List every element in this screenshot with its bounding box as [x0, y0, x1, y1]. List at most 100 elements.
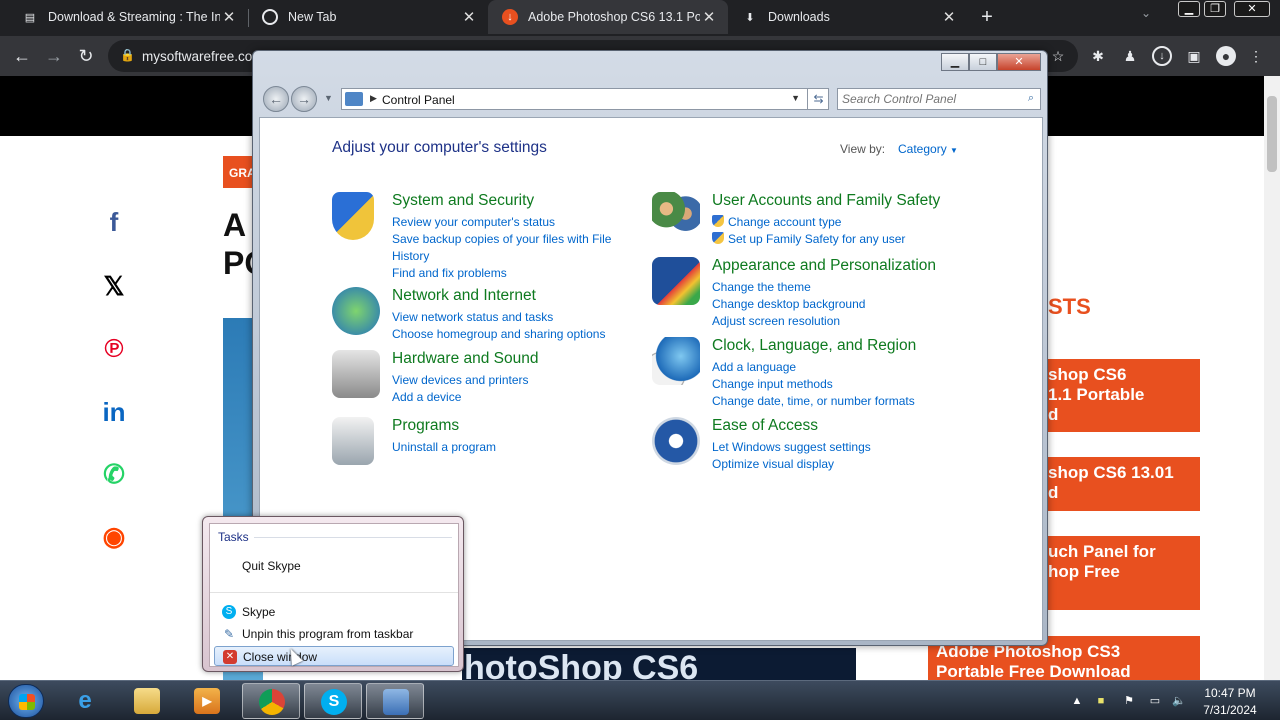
- category-link[interactable]: Change desktop background: [712, 296, 944, 313]
- category-title[interactable]: User Accounts and Family Safety: [712, 192, 940, 210]
- address-bar[interactable]: ▶ Control Panel ▼: [341, 88, 829, 110]
- search-icon[interactable]: ⌕: [1028, 92, 1034, 105]
- restore-icon[interactable]: ❐: [1204, 1, 1226, 17]
- category-badge[interactable]: GRA: [223, 156, 256, 188]
- category-link[interactable]: Add a device: [392, 389, 624, 406]
- download-icon[interactable]: ↓: [1152, 46, 1172, 66]
- recent-post-link[interactable]: shop CS6 1.1 Portable d: [1048, 359, 1200, 432]
- x-icon[interactable]: 𝕏: [98, 270, 130, 302]
- tab-search-icon[interactable]: ⌄: [1141, 6, 1151, 20]
- back-icon[interactable]: ←: [10, 44, 34, 68]
- media-player-icon: ▶: [194, 688, 220, 714]
- search-input[interactable]: [842, 92, 1012, 106]
- tab-adobe-photoshop[interactable]: ↓ Adobe Photoshop CS6 13.1 Port ✕: [488, 0, 728, 34]
- network-icon[interactable]: ▭: [1147, 693, 1163, 709]
- category-link[interactable]: Change account type: [712, 214, 944, 231]
- close-tab-icon[interactable]: ✕: [220, 8, 238, 26]
- category-title[interactable]: Ease of Access: [712, 417, 818, 435]
- unpin-item[interactable]: ✎ Unpin this program from taskbar: [214, 624, 454, 644]
- category-link[interactable]: Let Windows suggest settings: [712, 439, 944, 456]
- back-icon[interactable]: ←: [263, 86, 289, 112]
- forward-icon[interactable]: →: [42, 44, 66, 68]
- recent-post-link[interactable]: shop CS6 13.01 d: [1048, 457, 1200, 511]
- category-link[interactable]: Save backup copies of your files with Fi…: [392, 231, 624, 265]
- taskbar-chrome[interactable]: [242, 683, 300, 719]
- category-title[interactable]: Programs: [392, 417, 459, 435]
- minimize-icon[interactable]: ▁: [941, 53, 969, 71]
- recent-post-link[interactable]: uch Panel for hop Free: [1048, 536, 1200, 610]
- reddit-icon[interactable]: ◉: [98, 520, 130, 552]
- minimize-icon[interactable]: ▁: [1178, 1, 1200, 17]
- pinterest-icon[interactable]: ℗: [98, 332, 130, 364]
- taskbar-media-player[interactable]: ▶: [178, 683, 236, 719]
- action-center-flag-icon[interactable]: ⚑: [1121, 693, 1137, 709]
- taskbar-skype[interactable]: S: [304, 683, 362, 719]
- taskbar-control-panel[interactable]: [366, 683, 424, 719]
- category-link[interactable]: View network status and tasks: [392, 309, 624, 326]
- tasks-label: Tasks: [218, 530, 249, 544]
- category-title[interactable]: Clock, Language, and Region: [712, 337, 916, 355]
- search-field[interactable]: ⌕: [837, 88, 1041, 110]
- recent-pages-icon[interactable]: ▼: [324, 93, 333, 103]
- tab-new-tab[interactable]: New Tab ✕: [248, 0, 488, 34]
- show-hidden-icons[interactable]: ▲: [1069, 693, 1085, 709]
- category-title[interactable]: Hardware and Sound: [392, 350, 539, 368]
- whatsapp-icon[interactable]: ✆: [98, 458, 130, 490]
- close-tab-icon[interactable]: ✕: [940, 8, 958, 26]
- new-tab-button[interactable]: +: [976, 6, 998, 28]
- monitor-paint-icon: [652, 257, 700, 305]
- volume-muted-icon[interactable]: 🔈: [1171, 693, 1187, 709]
- category-link[interactable]: Choose homegroup and sharing options: [392, 326, 624, 343]
- extensions-icon[interactable]: ✱: [1088, 46, 1108, 66]
- category-title[interactable]: System and Security: [392, 192, 534, 210]
- close-tab-icon[interactable]: ✕: [700, 8, 718, 26]
- view-by-dropdown[interactable]: Category ▼: [898, 142, 958, 156]
- bookmark-star-icon[interactable]: ☆: [1048, 46, 1068, 66]
- taskbar-internet-explorer[interactable]: e: [56, 683, 114, 719]
- category-link[interactable]: Optimize visual display: [712, 456, 944, 473]
- breadcrumb[interactable]: Control Panel: [382, 93, 455, 107]
- extension-icon[interactable]: ♟: [1120, 46, 1140, 66]
- category-title[interactable]: Network and Internet: [392, 287, 536, 305]
- facebook-icon[interactable]: f: [98, 206, 130, 238]
- category-links: Change account type Set up Family Safety…: [712, 214, 944, 248]
- page-scrollbar[interactable]: [1264, 76, 1280, 680]
- category-link[interactable]: View devices and printers: [392, 372, 624, 389]
- reload-icon[interactable]: ↻: [74, 44, 98, 68]
- side-panel-icon[interactable]: ▣: [1184, 46, 1204, 66]
- category-title[interactable]: Appearance and Personalization: [712, 257, 936, 275]
- close-window-item[interactable]: ✕ Close window: [214, 646, 454, 666]
- category-link[interactable]: Change the theme: [712, 279, 944, 296]
- maximize-icon[interactable]: □: [969, 53, 997, 71]
- category-link[interactable]: Find and fix problems: [392, 265, 624, 282]
- close-icon[interactable]: ✕: [1234, 1, 1270, 17]
- internet-explorer-icon: e: [78, 687, 92, 714]
- scrollbar-thumb[interactable]: [1267, 96, 1277, 172]
- category-link[interactable]: Review your computer's status: [392, 214, 624, 231]
- category-link[interactable]: Adjust screen resolution: [712, 313, 944, 330]
- breadcrumb-arrow-icon[interactable]: ▶: [370, 93, 377, 104]
- forward-icon[interactable]: →: [291, 86, 317, 112]
- notification-icon[interactable]: ■: [1093, 693, 1109, 709]
- clock-time[interactable]: 10:47 PM: [1200, 686, 1260, 700]
- clock-date[interactable]: 7/31/2024: [1200, 703, 1260, 717]
- category-link[interactable]: Set up Family Safety for any user: [712, 231, 944, 248]
- chevron-down-icon[interactable]: ▼: [791, 93, 800, 103]
- download-icon: ⬇: [745, 11, 755, 24]
- quit-skype-item[interactable]: Quit Skype: [214, 556, 454, 576]
- refresh-icon[interactable]: ⇆: [807, 88, 829, 110]
- close-tab-icon[interactable]: ✕: [460, 8, 478, 26]
- tab-download-streaming[interactable]: ▤ Download & Streaming : The Int ✕: [8, 0, 248, 34]
- tab-downloads[interactable]: ⬇ Downloads ✕: [728, 0, 968, 34]
- profile-icon[interactable]: ●: [1216, 46, 1236, 66]
- category-link[interactable]: Uninstall a program: [392, 439, 624, 456]
- taskbar-file-explorer[interactable]: [118, 683, 176, 719]
- start-button[interactable]: [8, 684, 44, 718]
- category-link[interactable]: Change date, time, or number formats: [712, 393, 944, 410]
- category-link[interactable]: Change input methods: [712, 376, 944, 393]
- menu-icon[interactable]: ⋮: [1246, 46, 1266, 66]
- category-link[interactable]: Add a language: [712, 359, 944, 376]
- skype-app-item[interactable]: S Skype: [214, 602, 454, 622]
- linkedin-icon[interactable]: in: [98, 396, 130, 428]
- close-icon[interactable]: ✕: [997, 53, 1041, 71]
